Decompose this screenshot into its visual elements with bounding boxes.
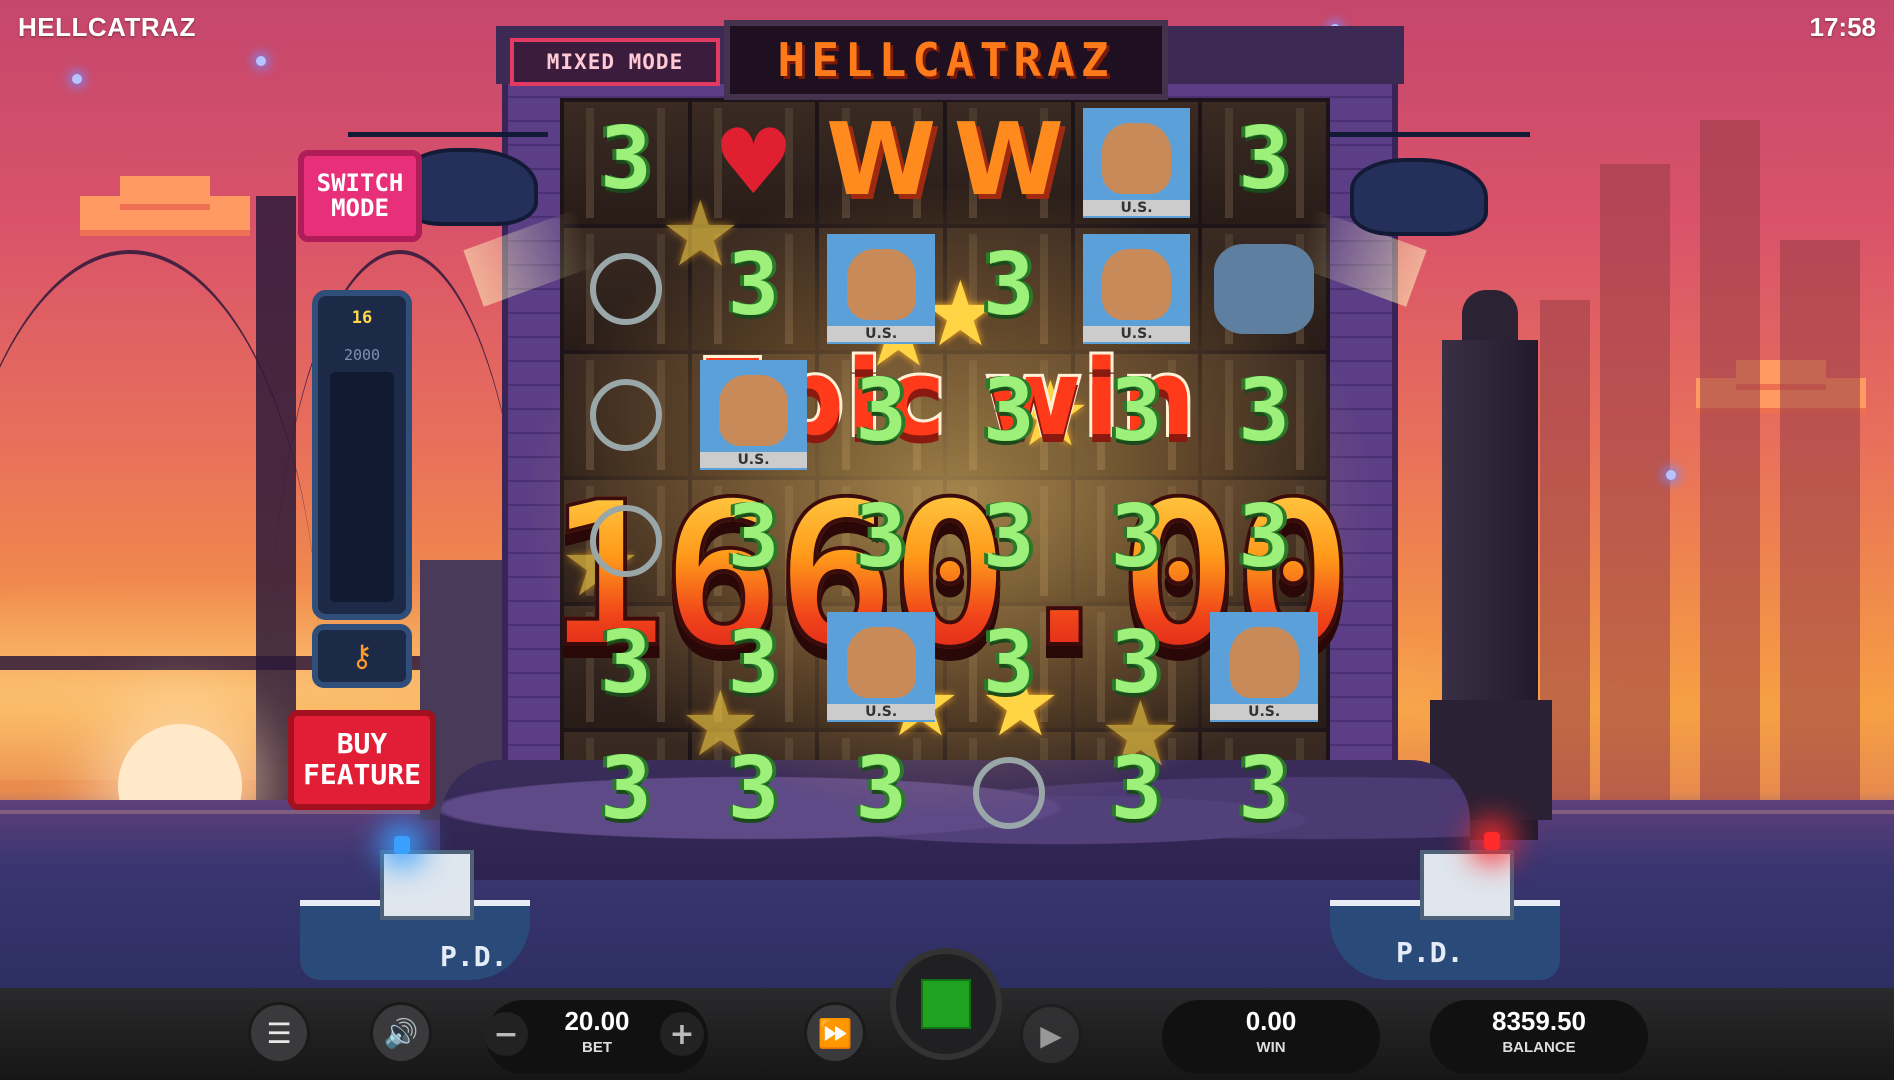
meter-count: 16 <box>351 308 373 328</box>
balance-display: 8359.50 BALANCE <box>1430 1000 1648 1074</box>
symbol-wild: W <box>826 102 937 218</box>
symbol-three: 3 <box>982 235 1035 335</box>
boat-label-right: P.D. <box>1396 936 1464 969</box>
plus-icon: + <box>669 1016 695 1052</box>
buy-feature-button[interactable]: BUY FEATURE <box>288 710 436 810</box>
symbol-shark <box>1214 244 1314 334</box>
symbol-three: 3 <box>599 109 652 209</box>
minus-icon: − <box>493 1016 519 1052</box>
symbol-three: 3 <box>855 361 908 461</box>
prisoner-badge: U.S. <box>1082 326 1191 342</box>
stop-button[interactable] <box>890 948 1002 1060</box>
reel-cell: U.S. <box>819 606 943 728</box>
game-title: HELLCATRAZ <box>18 12 196 42</box>
clock: 17:58 <box>1809 12 1877 42</box>
symbol-prisoner: U.S. <box>827 234 935 344</box>
symbol-three: 3 <box>982 613 1035 713</box>
symbol-three: 3 <box>1238 109 1291 209</box>
reel-cell: U.S. <box>691 354 816 476</box>
boat-label-left: P.D. <box>440 940 508 973</box>
reel-cell: W <box>819 102 943 224</box>
symbol-prisoner: U.S. <box>699 360 808 470</box>
symbol-three: 3 <box>727 613 780 713</box>
bet-increase-button[interactable]: + <box>660 1012 704 1056</box>
symbol-three: 3 <box>1238 739 1291 839</box>
handcuffs-icon <box>589 505 662 577</box>
helicopter-rotor <box>348 132 548 137</box>
reel-cell: W <box>946 102 1071 224</box>
mode-label: MIXED MODE <box>546 50 684 74</box>
heart-icon: ♥ <box>713 110 794 215</box>
buy-feature-label: BUY FEATURE <box>302 727 421 791</box>
symbol-prisoner: U.S. <box>827 612 935 722</box>
prisoner-badge: U.S. <box>1082 200 1191 216</box>
twinkle-star <box>72 74 82 84</box>
symbol-three: 3 <box>599 613 652 713</box>
sound-button[interactable]: 🔊 <box>370 1002 432 1064</box>
symbol-three: 3 <box>1110 361 1163 461</box>
prisoner-badge: U.S. <box>827 704 935 720</box>
helicopter-rotor <box>1330 132 1530 137</box>
symbol-three: 3 <box>982 487 1035 587</box>
symbol-prisoner: U.S. <box>1082 234 1191 344</box>
symbol-three: 3 <box>1238 487 1291 587</box>
turbo-button[interactable]: ⏩ <box>804 1002 866 1064</box>
autoplay-button[interactable]: ▶ <box>1020 1004 1082 1066</box>
symbol-three: 3 <box>727 487 780 587</box>
symbol-three: 3 <box>727 235 780 335</box>
prisoner-badge: U.S. <box>699 452 808 468</box>
symbol-three: 3 <box>1110 739 1163 839</box>
prisoner-badge: U.S. <box>1210 704 1318 720</box>
symbol-three: 3 <box>855 739 908 839</box>
reel-cell: U.S. <box>1074 228 1199 350</box>
boat-cabin <box>380 850 474 920</box>
prisoner-badge: U.S. <box>827 326 935 342</box>
symbol-three: 3 <box>855 487 908 587</box>
symbol-three: 3 <box>599 739 652 839</box>
switch-mode-button[interactable]: SWITCH MODE <box>298 150 422 242</box>
mode-plaque: MIXED MODE <box>510 38 720 86</box>
reel-cell: U.S. <box>1202 606 1326 728</box>
menu-icon: ☰ <box>266 1016 292 1050</box>
win-display: 0.00 WIN <box>1162 1000 1380 1074</box>
siren-right <box>1484 832 1500 850</box>
symbol-three: 3 <box>1110 613 1163 713</box>
win-label: WIN <box>1256 1039 1286 1056</box>
win-value: 0.00 <box>1245 1006 1297 1036</box>
balance-label: BALANCE <box>1502 1039 1576 1056</box>
cloud <box>120 176 210 204</box>
symbol-three: 3 <box>982 361 1035 461</box>
boat-cabin <box>1420 850 1514 920</box>
symbol-prisoner: U.S. <box>1210 612 1318 722</box>
handcuffs-icon <box>589 379 662 451</box>
reel-cell: U.S. <box>1074 102 1199 224</box>
twinkle-star <box>256 56 266 66</box>
siren-left <box>394 836 410 854</box>
symbol-prisoner: U.S. <box>1082 108 1191 218</box>
symbol-three: 3 <box>1238 361 1291 461</box>
menu-button[interactable]: ☰ <box>248 1002 310 1064</box>
stop-icon <box>921 979 971 1029</box>
autoplay-icon: ▶ <box>1040 1018 1062 1052</box>
switch-mode-label: SWITCH MODE <box>316 168 404 222</box>
bet-decrease-button[interactable]: − <box>484 1012 528 1056</box>
handcuffs-icon <box>589 253 662 325</box>
logo-text: HELLCATRAZ <box>777 33 1115 87</box>
game-logo: HELLCATRAZ <box>724 20 1168 100</box>
city-building <box>1700 120 1760 800</box>
symbol-three: 3 <box>1110 487 1163 587</box>
balance-value: 8359.50 <box>1492 1006 1586 1036</box>
fast-forward-icon: ⏩ <box>817 1016 853 1050</box>
symbol-three: 3 <box>727 739 780 839</box>
handcuffs-icon <box>972 757 1045 829</box>
speaker-icon: 🔊 <box>383 1016 419 1050</box>
symbol-wild: W <box>953 102 1064 218</box>
reel-cell: U.S. <box>819 228 943 350</box>
